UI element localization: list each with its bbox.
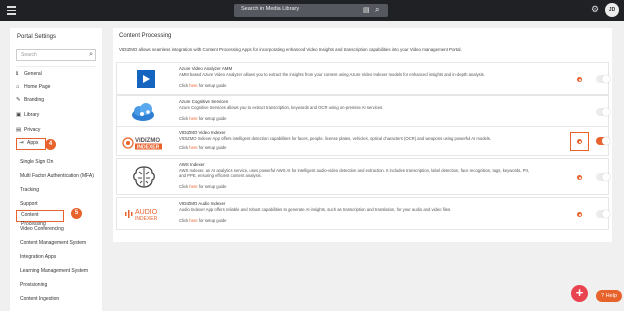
setup-guide-link[interactable]: here bbox=[189, 83, 197, 88]
wrench-icon: ✎ bbox=[16, 97, 21, 103]
app-settings-icon[interactable] bbox=[577, 77, 582, 82]
sidebar-subitem-video-conferencing[interactable]: Video Conferencing bbox=[16, 223, 96, 235]
sidebar-subitem-integration-apps[interactable]: Integration Apps bbox=[16, 251, 96, 263]
app-card-azure-video-analyzer: Azure Video Analyzer AMM AMM based Azure… bbox=[116, 62, 610, 95]
sidebar-item-home-page[interactable]: ⌂ Home Page bbox=[16, 81, 96, 93]
avatar[interactable]: JD bbox=[605, 3, 619, 17]
add-button[interactable]: + bbox=[571, 285, 588, 302]
app-card-vidizmo-video-indexer: VIDIZMO INDEXER VIDIZMO Video Indexer VI… bbox=[116, 126, 610, 156]
setup-guide-link[interactable]: here bbox=[189, 218, 197, 223]
sidebar-subitem-content-ingestion[interactable]: Content Ingestion bbox=[16, 293, 96, 305]
app-enable-toggle[interactable] bbox=[596, 108, 610, 116]
sidebar-subitem-content-processing[interactable]: Content Processing bbox=[16, 210, 64, 227]
lock-icon: ▤ bbox=[16, 127, 22, 133]
menu-icon[interactable] bbox=[7, 6, 16, 15]
setup-guide-text: Click here for setup guide bbox=[179, 218, 227, 223]
azure-video-analyzer-logo bbox=[129, 66, 159, 92]
app-name: AWS Indexer bbox=[179, 162, 205, 167]
sidebar-item-privacy[interactable]: ▤ Privacy bbox=[16, 124, 96, 136]
logo-text-indexer: INDEXER bbox=[135, 216, 158, 222]
sidebar-subitem-cms[interactable]: Content Management System bbox=[16, 237, 96, 249]
setup-guide-text: Click here for setup guide bbox=[179, 184, 227, 189]
divider bbox=[16, 66, 96, 67]
app-name: VIDIZMO Video Indexer bbox=[179, 130, 226, 135]
grid-icon[interactable]: ▤ bbox=[363, 6, 370, 15]
app-card-vidizmo-audio-indexer: AUDIO INDEXER VIDIZMO Audio Indexer Audi… bbox=[116, 197, 610, 230]
callout-badge-4: 4 bbox=[45, 139, 56, 150]
app-enable-toggle[interactable] bbox=[596, 137, 610, 145]
app-description-line-2: and PPE, ensuring efficient content anal… bbox=[179, 173, 262, 178]
setup-guide-text: Click here for setup guide bbox=[179, 116, 227, 121]
app-card-aws-indexer: AWS Indexer AWS Indexer, an AI analytics… bbox=[116, 158, 610, 195]
sidebar-subitem-lms[interactable]: Learning Management System bbox=[16, 265, 96, 277]
setup-guide-text: Click here for setup guide bbox=[179, 145, 227, 150]
app-description: Azure Cognitive Services allows you to e… bbox=[179, 105, 384, 110]
azure-cognitive-services-logo bbox=[129, 99, 159, 125]
home-icon: ⌂ bbox=[16, 84, 20, 90]
sidebar-title: Portal Settings bbox=[17, 34, 57, 40]
content-processing-panel: Content Processing VIDIZMO allows seamle… bbox=[113, 28, 612, 242]
app-enable-toggle[interactable] bbox=[596, 75, 610, 83]
aws-brain-logo bbox=[129, 164, 159, 190]
top-bar: Search in Media Library ▤ ⌕ ⚙ JD bbox=[0, 0, 624, 21]
app-description: Audio Indexer App offers reliable and ro… bbox=[179, 207, 452, 212]
app-name: Azure Cognitive Services bbox=[179, 99, 229, 104]
logo-text-indexer: INDEXER bbox=[137, 145, 160, 151]
setup-guide-text: Click here for setup guide bbox=[179, 83, 227, 88]
media-search-bar[interactable]: Search in Media Library ▤ ⌕ bbox=[234, 4, 388, 17]
search-icon[interactable]: ⌕ bbox=[89, 50, 93, 60]
help-button[interactable]: ? Help bbox=[596, 290, 622, 302]
info-icon: ℹ bbox=[16, 71, 19, 77]
app-settings-icon[interactable] bbox=[577, 139, 582, 144]
logo-text-vidizmo: VIDIZMO bbox=[135, 138, 160, 144]
sidebar-search[interactable]: Search ⌕ bbox=[16, 49, 96, 61]
sign-in-icon: ⇥ bbox=[19, 140, 24, 146]
app-enable-toggle[interactable] bbox=[596, 173, 610, 181]
app-settings-icon[interactable] bbox=[577, 212, 582, 217]
search-icon[interactable]: ⌕ bbox=[375, 5, 379, 15]
sidebar-item-branding[interactable]: ✎ Branding bbox=[16, 94, 96, 106]
vidizmo-video-indexer-logo: VIDIZMO INDEXER bbox=[121, 130, 167, 156]
vidizmo-audio-indexer-logo: AUDIO INDEXER bbox=[123, 201, 163, 227]
setup-guide-link[interactable]: here bbox=[189, 116, 197, 121]
app-enable-toggle[interactable] bbox=[596, 210, 610, 218]
help-icon: ? bbox=[601, 293, 605, 299]
settings-sidebar: Portal Settings Search ⌕ ℹ General ⌂ Home … bbox=[10, 28, 102, 311]
setup-guide-link[interactable]: here bbox=[189, 145, 197, 150]
logo-text-audio: AUDIO bbox=[135, 209, 158, 216]
app-name: Azure Video Analyzer AMM bbox=[179, 66, 233, 71]
sidebar-subitem-support[interactable]: Support bbox=[16, 198, 96, 210]
callout-badge-5: 5 bbox=[71, 208, 82, 219]
sidebar-item-apps[interactable]: ⇥ Apps bbox=[16, 138, 46, 150]
sidebar-search-input[interactable]: Search bbox=[21, 52, 37, 58]
sidebar-item-general[interactable]: ℹ General bbox=[16, 68, 96, 80]
book-icon: ▣ bbox=[16, 112, 22, 118]
page-title: Content Processing bbox=[119, 33, 172, 39]
app-description: VIDIZMO Indexer App offers intelligent d… bbox=[179, 136, 492, 141]
app-card-azure-cognitive-services: Azure Cognitive Services Azure Cognitive… bbox=[116, 95, 610, 128]
page-description: VIDIZMO allows seamless integration with… bbox=[119, 47, 462, 52]
app-settings-icon[interactable] bbox=[577, 175, 582, 180]
app-description: AMM based Azure Video Analyzer allows yo… bbox=[179, 72, 485, 77]
sidebar-subitem-single-sign-on[interactable]: Single Sign On bbox=[16, 156, 96, 168]
setup-guide-link[interactable]: here bbox=[189, 184, 197, 189]
app-name: VIDIZMO Audio Indexer bbox=[179, 201, 226, 206]
settings-gear-icon[interactable]: ⚙ bbox=[591, 4, 599, 15]
sidebar-subitem-mfa[interactable]: Multi Factor Authentication (MFA) bbox=[16, 170, 96, 182]
sidebar-subitem-tracking[interactable]: Tracking bbox=[16, 184, 96, 196]
sidebar-item-library[interactable]: ▣ Library bbox=[16, 109, 96, 121]
media-search-input[interactable]: Search in Media Library bbox=[241, 6, 299, 12]
sidebar-subitem-provisioning[interactable]: Provisioning bbox=[16, 279, 96, 291]
